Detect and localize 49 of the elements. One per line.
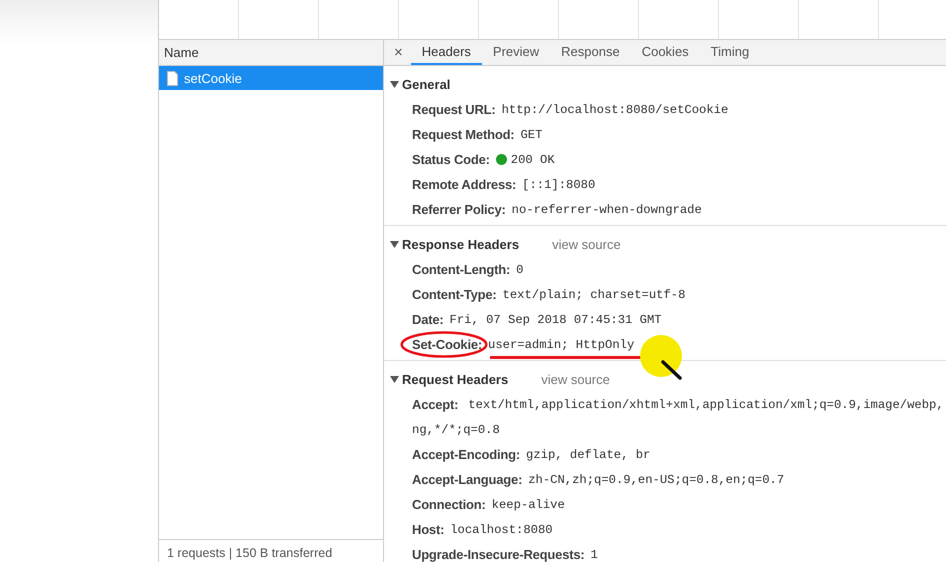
header-value: text/plain; charset=utf-8 xyxy=(502,287,686,304)
header-name: Content-Type: xyxy=(412,286,497,304)
collapse-triangle-icon[interactable] xyxy=(390,374,399,384)
detail-tab[interactable]: Response xyxy=(550,40,631,65)
header-name: Request Method: xyxy=(412,126,514,144)
header-name: Request URL: xyxy=(412,101,496,119)
status-summary: 1 requests | 150 B transferred xyxy=(159,539,383,562)
header-name: Content-Length: xyxy=(412,261,510,279)
header-name: Accept-Language: xyxy=(412,471,522,489)
header-name: Set-Cookie: xyxy=(412,332,482,357)
header-name: Date: xyxy=(412,311,444,329)
header-value: no-referrer-when-downgrade xyxy=(512,202,702,219)
header-value: http://localhost:8080/setCookie xyxy=(502,102,728,119)
section-title[interactable]: Response Headers xyxy=(402,236,520,252)
header-name: Remote Address: xyxy=(412,176,516,194)
close-button[interactable]: × xyxy=(390,40,411,65)
name-column-header[interactable]: Name xyxy=(159,40,383,66)
header-value: 1 xyxy=(590,547,598,562)
header-value: keep-alive xyxy=(492,497,565,514)
view-source-link[interactable]: view source xyxy=(552,236,621,252)
collapse-triangle-icon[interactable] xyxy=(390,80,399,88)
detail-tab[interactable]: Preview xyxy=(482,40,550,65)
section-title[interactable]: General xyxy=(402,76,450,92)
section-title[interactable]: Request Headers xyxy=(402,372,508,386)
detail-tab[interactable]: Timing xyxy=(700,40,760,65)
document-icon xyxy=(167,70,178,86)
header-value-continuation: ng,*/*;q=0.8 xyxy=(412,422,500,439)
header-name: Status Code: xyxy=(412,151,490,169)
header-value: zh-CN,zh;q=0.9,en-US;q=0.8,en;q=0.7 xyxy=(528,472,784,489)
header-value: text/html,application/xhtml+xml,application/xml;q=0.9,image/webp, xyxy=(468,397,944,414)
header-value: localhost:8080 xyxy=(450,522,553,539)
header-value: 200 OK xyxy=(510,152,555,169)
header-value: GET xyxy=(520,127,542,144)
collapse-triangle-icon[interactable] xyxy=(390,240,399,248)
header-value: 0 xyxy=(516,262,524,279)
detail-tab[interactable]: Headers xyxy=(410,40,482,65)
header-value: Fri, 07 Sep 2018 07:45:31 GMT xyxy=(450,312,662,329)
header-name: Host: xyxy=(412,521,444,539)
header-name: Upgrade-Insecure-Requests: xyxy=(412,546,585,562)
request-row[interactable]: setCookie xyxy=(159,66,383,90)
header-value: gzip, deflate, br xyxy=(526,447,650,464)
header-name: Accept: xyxy=(412,396,458,414)
header-name: Referrer Policy: xyxy=(412,201,506,219)
header-value: [::1]:8080 xyxy=(522,177,596,194)
header-name: Connection: xyxy=(412,496,486,514)
header-name: Accept-Encoding: xyxy=(412,446,520,464)
detail-tab[interactable]: Cookies xyxy=(630,40,700,65)
view-source-link[interactable]: view source xyxy=(541,372,610,386)
header-value: user=admin; HttpOnly xyxy=(488,332,634,357)
